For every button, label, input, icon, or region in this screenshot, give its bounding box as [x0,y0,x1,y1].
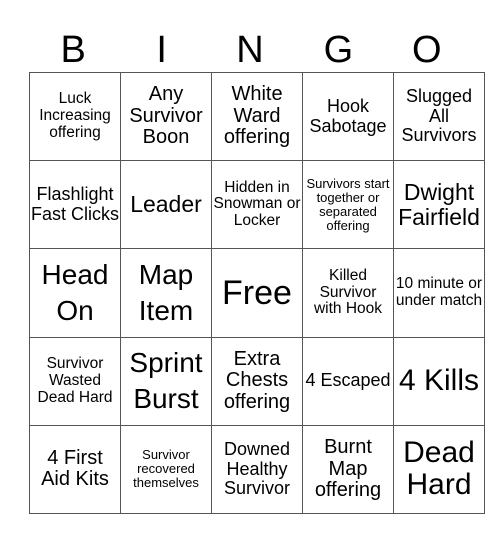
bingo-grid: Luck Increasing offering Any Survivor Bo… [29,71,485,515]
bingo-cell-free[interactable]: Free [211,248,303,338]
bingo-cell[interactable]: 4 First Aid Kits [29,424,121,515]
header-letter-o: O [412,29,442,71]
grid-row: Head On Map Item Free Killed Survivor wi… [29,248,485,338]
bingo-cell[interactable]: Slugged All Survivors [393,71,485,162]
bingo-cell[interactable]: Burnt Map offering [302,424,394,515]
grid-row: Flashlight Fast Clicks Leader Hidden in … [29,160,485,250]
bingo-cell[interactable]: Flashlight Fast Clicks [29,160,121,250]
bingo-cell[interactable]: White Ward offering [211,71,303,162]
bingo-cell[interactable]: Downed Healthy Survivor [211,424,303,515]
bingo-cell[interactable]: Dead Hard [393,424,485,515]
grid-row: 4 First Aid Kits Survivor recovered them… [29,424,485,515]
bingo-cell[interactable]: Survivor Wasted Dead Hard [29,336,121,426]
header-letter-b: B [60,29,86,71]
bingo-cell[interactable]: Extra Chests offering [211,336,303,426]
bingo-cell[interactable]: Any Survivor Boon [120,71,212,162]
bingo-cell[interactable]: 4 Kills [393,336,485,426]
bingo-cell[interactable]: Hidden in Snowman or Locker [211,160,303,250]
bingo-cell[interactable]: Luck Increasing offering [29,71,121,162]
grid-row: Survivor Wasted Dead Hard Sprint Burst E… [29,336,485,426]
bingo-cell[interactable]: Sprint Burst [120,336,212,426]
header-letter-n: N [236,29,264,71]
bingo-cell[interactable]: 4 Escaped [302,336,394,426]
bingo-cell[interactable]: Map Item [120,248,212,338]
bingo-cell[interactable]: Head On [29,248,121,338]
bingo-cell[interactable]: Hook Sabotage [302,71,394,162]
bingo-cell[interactable]: Leader [120,160,212,250]
bingo-cell[interactable]: Killed Survivor with Hook [302,248,394,338]
grid-row: Luck Increasing offering Any Survivor Bo… [29,71,485,162]
bingo-cell[interactable]: 10 minute or under match [393,248,485,338]
bingo-cell[interactable]: Survivor recovered themselves [120,424,212,515]
bingo-header: B I N G O [29,28,471,72]
bingo-cell[interactable]: Dwight Fairfield [393,160,485,250]
bingo-cell[interactable]: Survivors start together or separated of… [302,160,394,250]
header-letter-i: I [156,29,167,71]
header-letter-g: G [323,29,354,71]
